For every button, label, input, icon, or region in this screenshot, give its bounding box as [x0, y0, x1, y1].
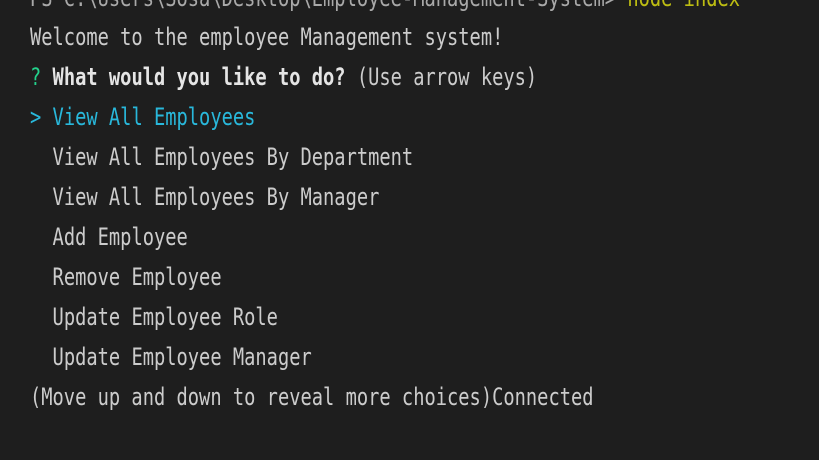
menu-prompt: ? What would you like to do? (Use arrow … [30, 57, 594, 97]
menu-choice-view-all-employees[interactable]: > View All Employees [30, 97, 594, 137]
shell-prompt-path: PS C:\Users\Sosa\Desktop\Employee-Manage… [30, 0, 627, 12]
menu-footer-hint: (Move up and down to reveal more choices… [30, 383, 594, 411]
question-mark-icon: ? [30, 63, 42, 91]
terminal-window[interactable]: PS C:\Users\Sosa\Desktop\Employee-Manage… [0, 0, 819, 460]
menu-choice-label: View All Employees By Manager [52, 183, 380, 211]
menu-choice-view-by-department[interactable]: View All Employees By Department [30, 137, 594, 177]
menu-choice-label: Update Employee Role [52, 303, 278, 331]
menu-choice-view-by-manager[interactable]: View All Employees By Manager [30, 177, 594, 217]
menu-choice-label: Update Employee Manager [52, 343, 312, 371]
menu-choice-label: Add Employee [52, 223, 188, 251]
prompt-question: What would you like to do? [52, 63, 346, 91]
menu-choice-label: View All Employees By Department [52, 143, 414, 171]
welcome-message: Welcome to the employee Management syste… [30, 23, 504, 51]
pointer-icon: > [30, 103, 42, 131]
menu-choice-label: View All Employees [52, 103, 256, 131]
shell-command: node index [627, 0, 740, 12]
menu-choice-update-role[interactable]: Update Employee Role [30, 297, 594, 337]
prompt-hint: (Use arrow keys) [356, 63, 538, 91]
menu-choice-label: Remove Employee [52, 263, 222, 291]
terminal-output: Welcome to the employee Management syste… [30, 17, 752, 417]
menu-choice-update-manager[interactable]: Update Employee Manager [30, 337, 594, 377]
previous-command-line: PS C:\Users\Sosa\Desktop\Employee-Manage… [30, 0, 740, 18]
menu-choice-add-employee[interactable]: Add Employee [30, 217, 594, 257]
menu-choice-remove-employee[interactable]: Remove Employee [30, 257, 594, 297]
